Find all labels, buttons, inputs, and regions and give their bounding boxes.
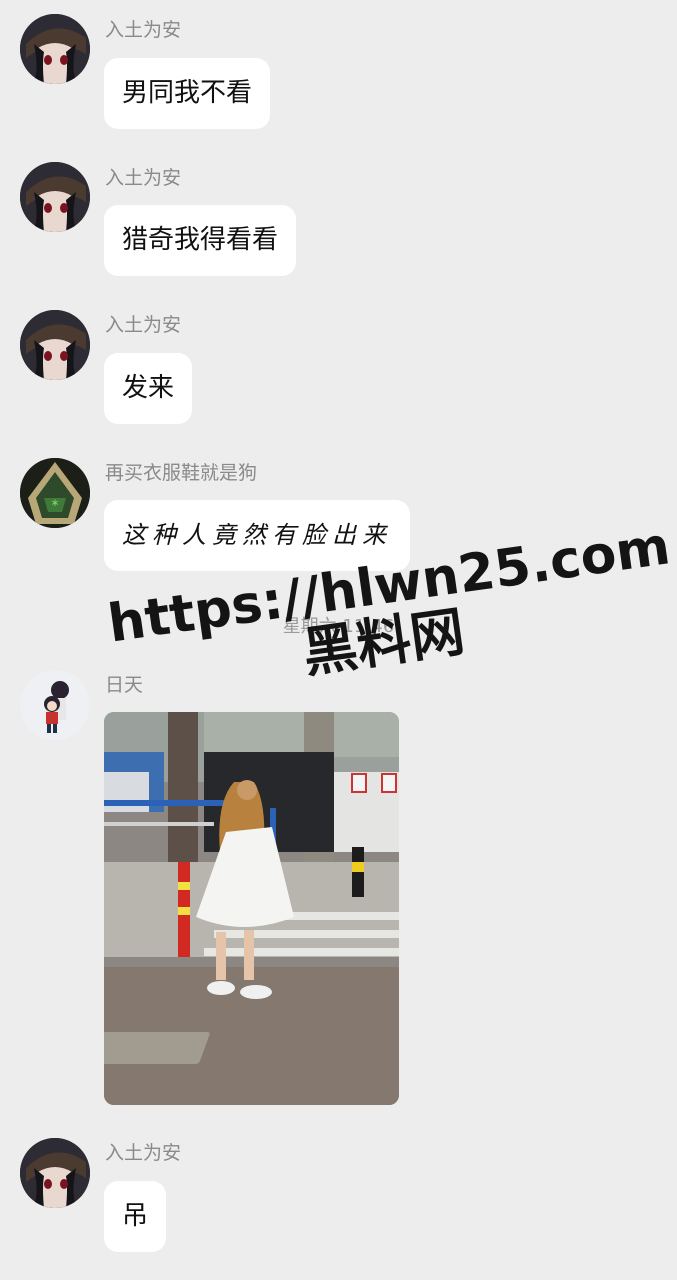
sender-name: 再买衣服鞋就是狗 [105, 462, 258, 484]
chibi-couple-avatar[interactable] [20, 670, 90, 740]
anime-girl-avatar[interactable] [20, 14, 90, 84]
street-photo [104, 712, 399, 1105]
message-bubble[interactable]: 发来 [104, 353, 193, 424]
sender-name: 入土为安 [105, 167, 182, 189]
sender-name: 入土为安 [105, 1142, 182, 1164]
anime-girl-avatar[interactable] [20, 1138, 90, 1208]
svg-text:*: * [52, 498, 59, 514]
sender-name: 入土为安 [105, 19, 182, 41]
anime-girl-avatar[interactable] [20, 162, 90, 232]
message-bubble[interactable]: 猎奇我得看看 [104, 205, 297, 276]
message-bubble[interactable]: 吊 [104, 1181, 167, 1252]
anime-girl-avatar[interactable] [20, 310, 90, 380]
green-hood-avatar[interactable]: * [20, 458, 90, 528]
message-bubble[interactable]: 男同我不看 [104, 58, 271, 129]
sender-name: 入土为安 [105, 314, 182, 336]
message-photo[interactable] [104, 712, 399, 1105]
